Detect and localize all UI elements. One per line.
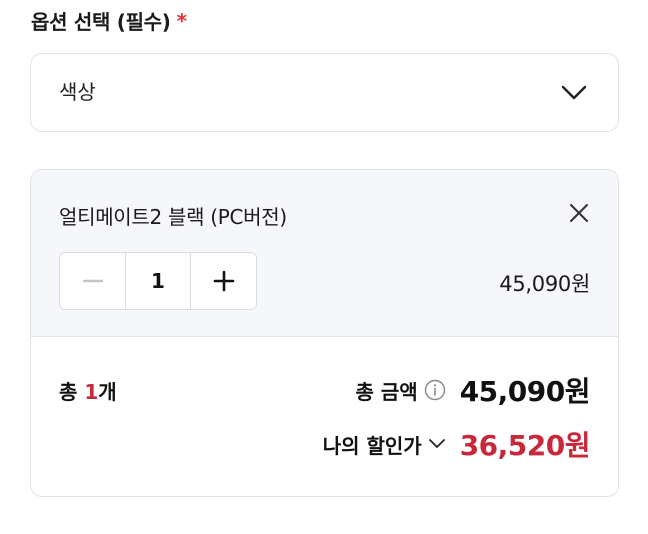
selected-option-card: 얼티메이트2 블랙 (PC버전) 1 45,090원 총 1개 총 금액 45,… bbox=[30, 169, 619, 497]
chevron-down-icon bbox=[561, 85, 587, 100]
quantity-stepper: 1 bbox=[59, 252, 257, 310]
chevron-down-icon[interactable] bbox=[428, 437, 446, 451]
discount-amount: 36,520원 bbox=[459, 429, 591, 462]
required-mark: * bbox=[176, 8, 187, 33]
discount-label[interactable]: 나의 할인가 bbox=[323, 430, 422, 459]
total-amount-row: 총 금액 45,090원 bbox=[355, 370, 591, 410]
select-value: 색상 bbox=[59, 80, 96, 104]
increment-button[interactable] bbox=[191, 253, 256, 309]
item-name: 얼티메이트2 블랙 (PC버전) bbox=[59, 205, 287, 229]
total-amount-label: 총 금액 bbox=[355, 379, 418, 404]
total-amount: 45,090원 bbox=[459, 375, 591, 408]
info-icon[interactable] bbox=[424, 379, 446, 401]
option-section-title: 옵션 선택 (필수) * bbox=[31, 6, 187, 35]
total-count-suffix: 개 bbox=[98, 380, 117, 404]
color-select[interactable]: 색상 bbox=[30, 53, 619, 132]
quantity-value[interactable]: 1 bbox=[125, 253, 191, 309]
total-count: 총 1개 bbox=[59, 376, 117, 405]
decrement-button[interactable] bbox=[60, 253, 125, 309]
plus-icon bbox=[213, 270, 234, 292]
item-price: 45,090원 bbox=[499, 272, 590, 296]
selected-item: 얼티메이트2 블랙 (PC버전) 1 45,090원 bbox=[31, 170, 618, 337]
option-section-title-text: 옵션 선택 (필수) bbox=[31, 10, 171, 34]
discount-row: 나의 할인가 36,520원 bbox=[323, 424, 591, 464]
total-count-prefix: 총 bbox=[59, 380, 85, 404]
minus-icon bbox=[82, 279, 103, 283]
close-icon[interactable] bbox=[566, 200, 592, 226]
total-count-value: 1 bbox=[84, 380, 99, 404]
